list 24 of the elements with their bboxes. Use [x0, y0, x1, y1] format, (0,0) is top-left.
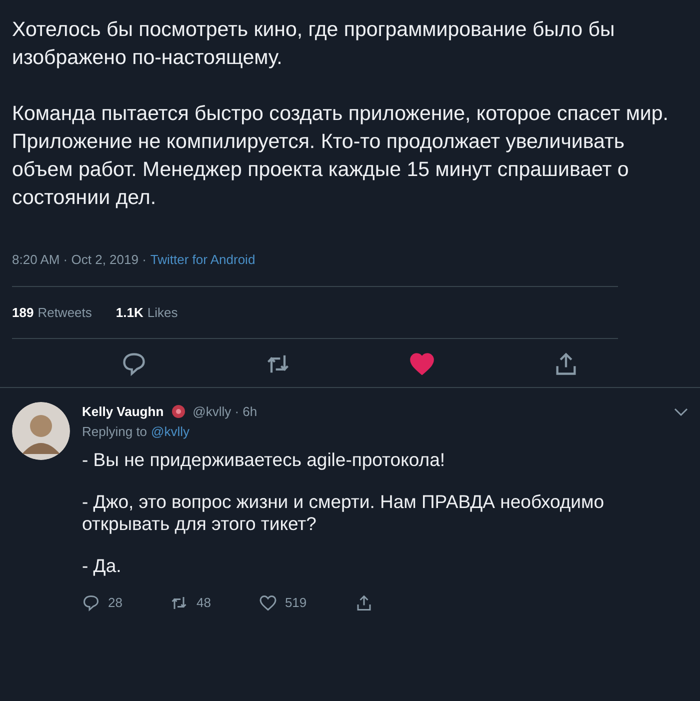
badge-icon: [172, 405, 185, 418]
avatar[interactable]: [12, 402, 70, 460]
source-link[interactable]: Twitter for Android: [150, 250, 256, 270]
heart-icon[interactable]: [409, 351, 435, 377]
reply-icon[interactable]: [121, 351, 147, 377]
mention-link[interactable]: @kvlly: [151, 422, 190, 441]
replying-label: Replying to: [82, 422, 148, 441]
stat-link[interactable]: 189 Retweets: [12, 302, 92, 322]
tweet-text: Хотелось бы посмотреть кино, где программирование было бы изображено по-настоящему.: [12, 17, 616, 71]
chevron-icon[interactable]: [674, 406, 688, 417]
reply-text: - Да.: [82, 555, 122, 577]
timestamp: 8:20 AM · Oct 2, 2019 ·: [12, 251, 146, 269]
tweet-text: Команда пытается быстро создать приложение, которое спасет мир. Приложение не компилируется. Кто-то продолжает увеличивать объем работ. Менеджер проекта каждые 15 минут спрашивает о состоянии дел.: [12, 101, 670, 211]
heart-icon[interactable]: [258, 594, 277, 612]
share-icon[interactable]: [354, 594, 373, 612]
author-handle: @kvlly · 6h: [192, 403, 258, 421]
count-label: 28: [108, 594, 122, 612]
count-label: 519: [284, 594, 307, 612]
author-name[interactable]: Kelly Vaughn: [82, 402, 164, 422]
reply-text: - Вы не придерживаетесь agile-протокола!: [82, 449, 446, 471]
count-label: 48: [196, 594, 211, 612]
reply-text: - Джо, это вопрос жизни и смерти. Нам ПРАВДА необходимо открывать для этого тикет?: [82, 491, 606, 535]
reply-icon[interactable]: [82, 594, 100, 612]
stat-link[interactable]: 1.1K Likes: [116, 302, 178, 322]
